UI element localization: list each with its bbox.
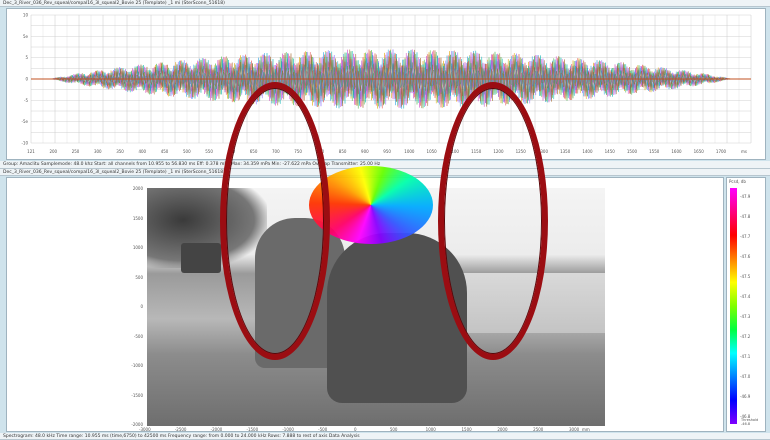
colorbar-tick: -47.9: [740, 194, 751, 199]
image-y-tick: 500: [135, 274, 143, 280]
image-x-tick: 1000: [425, 427, 436, 432]
image-x-tick: 2500: [533, 427, 544, 432]
image-x-tick: 3000: [569, 427, 580, 432]
colorbar-tick: -47.1: [740, 354, 751, 359]
waveform-x-tick: 1450: [605, 149, 616, 154]
colorbar-tick: -47.4: [740, 294, 751, 299]
waveform-title-bar: Dec_3_River_036_Rev_squeal/compal16_3l_s…: [0, 0, 770, 7]
waveform-x-tick: 1500: [627, 149, 638, 154]
waveform-y-tick: -5: [24, 98, 28, 103]
waveform-x-tick: 121: [27, 149, 35, 154]
annotation-ring-right: [438, 82, 548, 360]
colorbar-tick: -46.9: [740, 394, 751, 399]
waveform-x-tick: 1550: [649, 149, 660, 154]
colorbar-tick: -47.0: [740, 374, 751, 379]
colorbar-tick: -47.6: [740, 254, 751, 259]
colorbar-tick: -47.7: [740, 234, 751, 239]
waveform-x-tick: 1700: [716, 149, 727, 154]
colorbar-tick: -47.2: [740, 334, 751, 339]
colorbar-tick: -47.5: [740, 274, 751, 279]
image-y-tick: -500: [133, 333, 143, 339]
image-x-tick: 0: [354, 427, 357, 432]
image-x-tick: -1500: [246, 427, 259, 432]
waveform-x-tick: 1350: [560, 149, 571, 154]
threshold-label: Threshold -46.8: [741, 418, 759, 426]
waveform-x-tick: 350: [116, 149, 124, 154]
waveform-x-tick: 450: [161, 149, 169, 154]
image-y-tick: 1500: [132, 215, 143, 221]
image-y-tick: -1500: [131, 392, 143, 398]
waveform-plot: 10 5e 5 0 -5 -5e -10 121 200 250 300 350 400 450 500 55…: [21, 13, 752, 154]
waveform-x-tick: 850: [339, 149, 347, 154]
waveform-y-tick: 0: [25, 77, 28, 82]
image-x-tick: 2000: [497, 427, 508, 432]
image-status-bar: Spectrogram: 48.0 kHz Time range: 10.955…: [0, 433, 770, 440]
waveform-x-tick: 1650: [694, 149, 705, 154]
image-y-tick: 2000: [132, 186, 143, 191]
waveform-x-tick: 1600: [671, 149, 682, 154]
waveform-x-tick: 500: [183, 149, 191, 154]
waveform-y-tick: 5: [25, 55, 28, 60]
waveform-x-tick: 550: [205, 149, 213, 154]
waveform-panel[interactable]: 10 5e 5 0 -5 -5e -10 121 200 250 300 350 400 450 500 55…: [6, 8, 766, 160]
acoustic-image-panel[interactable]: 2000 1500 1000 500 0 -500 -1000 -1500 -2000 -300…: [6, 166, 724, 432]
waveform-x-tick: 1400: [582, 149, 593, 154]
image-x-tick: -3000: [139, 427, 151, 432]
waveform-y-tick: 10: [23, 13, 29, 18]
colorbar-gradient: [730, 188, 737, 424]
annotation-ring-left: [220, 82, 330, 360]
image-y-tick: 0: [140, 304, 143, 309]
colorbar-panel: Pcsd, db -47.9 -47.8 -47.7 -47.6 -47.5 -47.4 -…: [726, 177, 766, 432]
waveform-x-tick: 250: [72, 149, 80, 154]
image-y-tick: 1000: [132, 245, 143, 250]
colorbar-tick: -47.8: [740, 214, 751, 219]
image-x-tick: -2000: [210, 427, 223, 432]
image-x-tick: 500: [389, 427, 398, 432]
colorbar-tick: -47.3: [740, 314, 751, 319]
waveform-x-tick: 200: [49, 149, 57, 154]
image-x-tick: 1500: [461, 427, 472, 432]
colorbar-title: Pcsd, db: [729, 179, 746, 184]
waveform-x-tick: 900: [361, 149, 369, 154]
waveform-x-tick: 950: [383, 149, 391, 154]
image-y-tick: -1000: [131, 363, 143, 368]
image-x-tick: -500: [318, 427, 328, 432]
waveform-x-tick: 1000: [404, 149, 415, 154]
image-x-tick: -1000: [282, 427, 294, 432]
waveform-y-tick: -5e: [22, 119, 29, 124]
waveform-x-tick: 300: [94, 149, 102, 154]
waveform-y-tick: -10: [21, 141, 28, 146]
image-x-tick: -2500: [174, 427, 187, 432]
waveform-x-tick: 400: [138, 149, 146, 154]
waveform-x-tick: 1050: [427, 149, 438, 154]
waveform-x-unit: ms: [741, 149, 747, 154]
waveform-y-tick: 5e: [23, 34, 29, 39]
image-x-unit: mm: [582, 427, 590, 432]
